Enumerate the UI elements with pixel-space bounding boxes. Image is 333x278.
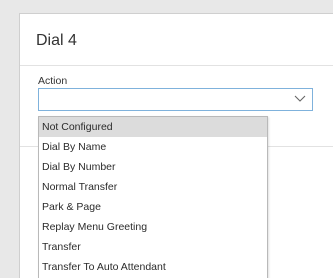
action-options-list: Not Configured Dial By Name Dial By Numb…: [38, 116, 268, 278]
header-divider: [20, 65, 333, 66]
option-not-configured[interactable]: Not Configured: [39, 117, 267, 137]
option-replay-menu-greeting[interactable]: Replay Menu Greeting: [39, 217, 267, 237]
chevron-down-icon: [294, 95, 306, 102]
action-select[interactable]: [38, 88, 313, 111]
option-dial-by-name[interactable]: Dial By Name: [39, 137, 267, 157]
dial-settings-panel: Dial 4 Action Not Configured Dial By Nam…: [19, 13, 333, 278]
option-transfer[interactable]: Transfer: [39, 237, 267, 257]
option-park-and-page[interactable]: Park & Page: [39, 197, 267, 217]
panel-title: Dial 4: [36, 32, 77, 49]
option-dial-by-number[interactable]: Dial By Number: [39, 157, 267, 177]
action-label: Action: [38, 75, 68, 87]
option-normal-transfer[interactable]: Normal Transfer: [39, 177, 267, 197]
option-transfer-to-auto-attendant[interactable]: Transfer To Auto Attendant: [39, 257, 267, 277]
